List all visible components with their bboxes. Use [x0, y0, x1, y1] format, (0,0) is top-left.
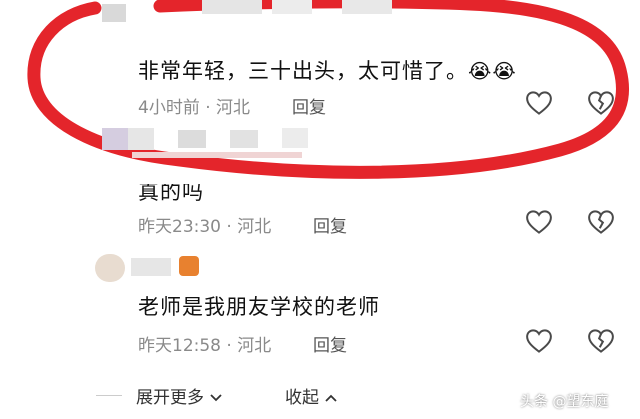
comment-3-reply-button[interactable]: 回复: [313, 331, 347, 356]
chevron-down-icon: [210, 394, 223, 402]
watermark: 头条 @望东庭: [520, 394, 609, 410]
avatar-mosaic-3: [95, 254, 215, 284]
comment-3-region: 河北: [237, 336, 272, 356]
comment-3-meta: 昨天12:58 · 河北: [138, 336, 272, 356]
comment-3-time: 昨天12:58: [138, 336, 221, 356]
crying-emoji-icon: 😭😭: [468, 59, 517, 83]
collapse-button[interactable]: 收起: [285, 383, 338, 408]
expand-more-divider: [96, 395, 122, 396]
comment-2-time: 昨天23:30: [138, 217, 221, 237]
dislike-broken-heart-icon[interactable]: [586, 207, 616, 237]
comment-2-reply-button[interactable]: 回复: [313, 212, 347, 237]
dislike-broken-heart-icon[interactable]: [586, 88, 616, 118]
comment-2-region: 河北: [237, 217, 272, 237]
dislike-broken-heart-icon[interactable]: [586, 326, 616, 356]
like-heart-icon[interactable]: [524, 326, 554, 356]
avatar-mosaic-2: [102, 128, 322, 158]
expand-more-label: 展开更多: [136, 388, 204, 408]
comment-1-meta: 4小时前 · 河北: [138, 98, 251, 118]
comment-1-body: 非常年轻，三十出头，太可惜了。: [138, 59, 468, 83]
comment-1-text: 非常年轻，三十出头，太可惜了。😭😭: [138, 55, 517, 85]
like-heart-icon[interactable]: [524, 88, 554, 118]
comment-2-meta: 昨天23:30 · 河北: [138, 217, 272, 237]
like-heart-icon[interactable]: [524, 207, 554, 237]
comment-2-text: 真的吗: [138, 180, 204, 204]
comment-1-region: 河北: [216, 98, 251, 118]
expand-more-button[interactable]: 展开更多: [136, 383, 223, 408]
comment-1-reply-button[interactable]: 回复: [292, 93, 326, 118]
chevron-up-icon: [325, 394, 338, 402]
username-mosaic-1: [102, 0, 402, 24]
comment-3-text: 老师是我朋友学校的老师: [138, 295, 380, 319]
comment-1-time: 4小时前: [138, 98, 200, 118]
collapse-label: 收起: [285, 388, 319, 408]
